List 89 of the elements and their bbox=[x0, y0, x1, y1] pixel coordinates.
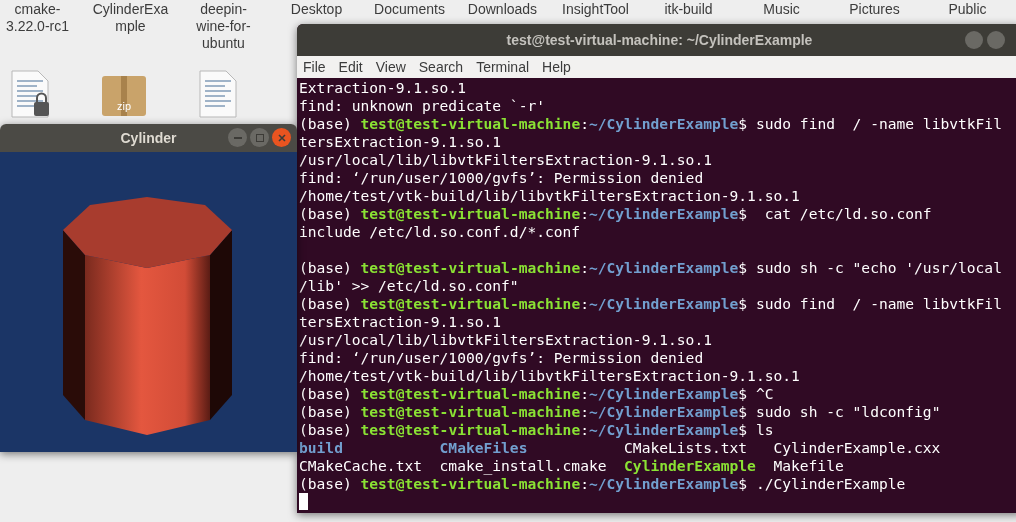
desktop-icon-label[interactable]: Downloads bbox=[467, 1, 538, 18]
terminal-text: Extraction-9.1.so.1 bbox=[299, 79, 466, 97]
terminal-text: CylinderExample.cxx bbox=[773, 439, 942, 457]
terminal-text: include /etc/ld.so.conf.d/*.conf bbox=[299, 223, 581, 241]
terminal-text: : bbox=[580, 475, 589, 493]
terminal-text: : bbox=[580, 259, 589, 277]
terminal-text: CMakeFiles bbox=[439, 439, 529, 457]
archive-icon[interactable]: zip bbox=[102, 76, 146, 116]
text-file-icon[interactable] bbox=[198, 70, 238, 118]
archive-label: zip bbox=[116, 101, 132, 112]
menu-item[interactable]: File bbox=[303, 56, 326, 78]
menu-item[interactable]: Help bbox=[542, 56, 571, 78]
terminal-text: (base) bbox=[299, 385, 353, 403]
terminal-text: ~/CylinderExample bbox=[588, 115, 739, 133]
terminal-text: (base) bbox=[299, 259, 353, 277]
terminal-text: test@test-virtual-machine bbox=[360, 385, 581, 403]
terminal-text: : bbox=[580, 295, 589, 313]
terminal-text: ~/CylinderExample bbox=[588, 421, 739, 439]
terminal-text: ~/CylinderExample bbox=[588, 259, 739, 277]
desktop-icon-label[interactable]: Pictures bbox=[849, 1, 900, 18]
terminal-text: /lib' >> /etc/ld.so.conf" bbox=[299, 277, 519, 295]
terminal-text: test@test-virtual-machine bbox=[360, 295, 581, 313]
desktop-icon-label[interactable]: CylinderExample bbox=[92, 1, 169, 35]
desktop-icon-label[interactable]: itk-build bbox=[664, 1, 713, 18]
terminal-text: : bbox=[580, 205, 589, 223]
terminal-text: (base) bbox=[299, 115, 353, 133]
terminal-text: $ cat /etc/ld.so.conf bbox=[738, 205, 932, 223]
terminal-text: test@test-virtual-machine bbox=[360, 205, 581, 223]
menu-item[interactable]: View bbox=[375, 56, 406, 78]
minimize-button[interactable] bbox=[965, 31, 983, 49]
terminal-text: tersExtraction-9.1.so.1 bbox=[299, 313, 502, 331]
terminal-text: /home/test/vtk-build/lib/libvtkFiltersExtraction-9.1.so.1 bbox=[299, 187, 800, 205]
terminal-text: : bbox=[580, 115, 589, 133]
terminal-text: build bbox=[299, 439, 344, 457]
terminal-text: $ sudo sh -c "echo '/usr/local bbox=[738, 259, 1002, 277]
terminal-text: (base) bbox=[299, 295, 353, 313]
desktop-icon-label[interactable]: InsightTool bbox=[562, 1, 629, 18]
terminal-text: CylinderExample bbox=[624, 457, 757, 475]
terminal-text: $ sudo sh -c "ldconfig" bbox=[738, 403, 941, 421]
terminal-text: ~/CylinderExample bbox=[588, 205, 739, 223]
maximize-button[interactable] bbox=[250, 128, 269, 147]
terminal-text: test@test-virtual-machine bbox=[360, 259, 581, 277]
terminal-text: tersExtraction-9.1.so.1 bbox=[299, 133, 502, 151]
terminal-text: find: ‘/run/user/1000/gvfs’: Permission denied bbox=[299, 349, 704, 367]
terminal-text: test@test-virtual-machine bbox=[360, 115, 581, 133]
maximize-button[interactable] bbox=[987, 31, 1005, 49]
menu-item[interactable]: Search bbox=[418, 56, 464, 78]
terminal-text: ~/CylinderExample bbox=[588, 403, 739, 421]
terminal-text: (base) bbox=[299, 421, 353, 439]
desktop-icon-label[interactable]: cmake-3.22.0-rc1 bbox=[0, 1, 76, 35]
window-title: Cylinder bbox=[120, 128, 177, 148]
terminal-text: /usr/local/lib/libvtkFiltersExtraction-9.1.so.1 bbox=[299, 331, 712, 349]
terminal-text: (base) bbox=[299, 403, 353, 421]
minimize-button[interactable] bbox=[228, 128, 247, 147]
close-icon bbox=[277, 133, 286, 142]
menu-item[interactable]: Terminal bbox=[476, 56, 530, 78]
terminal-text: (base) bbox=[299, 205, 353, 223]
terminal-text: $ ^C bbox=[738, 385, 774, 403]
terminal-text: $ ./CylinderExample bbox=[738, 475, 906, 493]
terminal-text: : bbox=[580, 421, 589, 439]
terminal-text: ~/CylinderExample bbox=[588, 295, 739, 313]
terminal-text: CMakeCache.txt bbox=[299, 457, 423, 475]
desktop-icon-label[interactable]: Public bbox=[948, 1, 987, 18]
desktop-icon-label[interactable]: Desktop bbox=[290, 1, 343, 18]
locked-file-icon[interactable] bbox=[10, 70, 50, 118]
menu-item[interactable]: Edit bbox=[338, 56, 363, 78]
terminal-text: /usr/local/lib/libvtkFiltersExtraction-9.1.so.1 bbox=[299, 151, 712, 169]
terminal-text: cmake_install.cmake bbox=[439, 457, 608, 475]
terminal-text: CMakeLists.txt bbox=[624, 439, 749, 457]
terminal-text: : bbox=[580, 385, 589, 403]
terminal-text: $ ls bbox=[738, 421, 774, 439]
terminal-text: $ sudo find / -name libvtkFil bbox=[738, 295, 1002, 313]
terminal-text: $ sudo find / -name libvtkFil bbox=[738, 115, 1002, 133]
close-button[interactable] bbox=[272, 128, 291, 147]
terminal-text: ~/CylinderExample bbox=[588, 475, 739, 493]
terminal-text: find: ‘/run/user/1000/gvfs’: Permission denied bbox=[299, 169, 704, 187]
terminal-text: ~/CylinderExample bbox=[588, 385, 739, 403]
terminal-text: test@test-virtual-machine bbox=[360, 421, 581, 439]
terminal-text: find: unknown predicate `-r' bbox=[299, 97, 545, 115]
desktop-icon-label[interactable]: deepin-wine-for-ubuntu bbox=[185, 1, 262, 52]
terminal-text: test@test-virtual-machine bbox=[360, 403, 581, 421]
terminal-text: (base) bbox=[299, 475, 353, 493]
terminal-text: /home/test/vtk-build/lib/libvtkFiltersExtraction-9.1.so.1 bbox=[299, 367, 800, 385]
terminal-text: Makefile bbox=[773, 457, 845, 475]
window-title: test@test-virtual-machine: ~/CylinderExample bbox=[506, 30, 813, 50]
terminal-text: test@test-virtual-machine bbox=[360, 475, 581, 493]
terminal-text: : bbox=[580, 403, 589, 421]
desktop-icon-label[interactable]: Music bbox=[763, 1, 800, 18]
desktop-icon-label[interactable]: Documents bbox=[374, 1, 445, 18]
